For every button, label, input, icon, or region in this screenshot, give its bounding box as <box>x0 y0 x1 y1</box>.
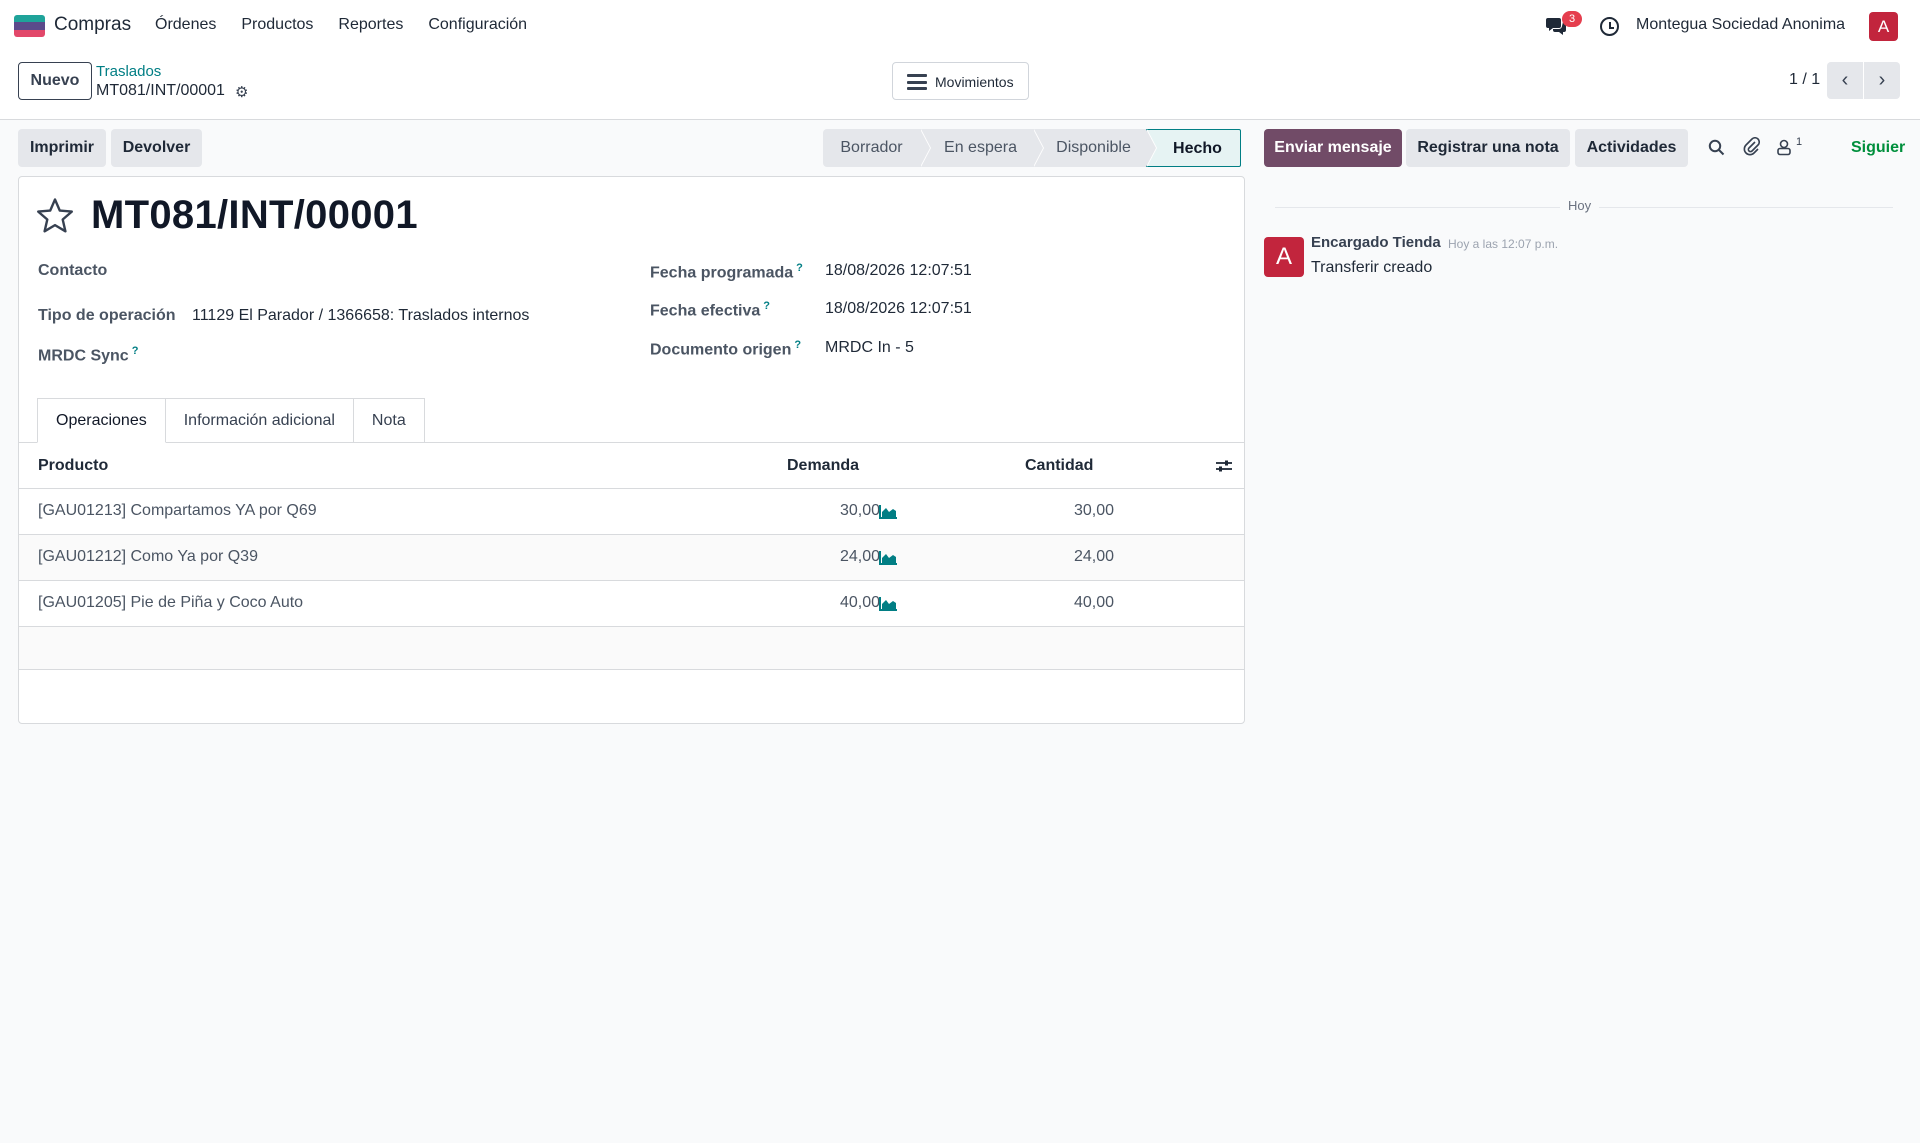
tab-operaciones[interactable]: Operaciones <box>37 398 166 443</box>
tab-nota[interactable]: Nota <box>353 398 425 443</box>
row-demand: 40,00 <box>839 594 880 611</box>
effective-date-label: Fecha efectiva? <box>650 300 770 320</box>
message-author[interactable]: Encargado Tienda <box>1311 234 1441 251</box>
print-button[interactable]: Imprimir <box>18 129 106 167</box>
messages-badge: 3 <box>1562 11 1582 27</box>
follower-count: 1 <box>1796 136 1803 148</box>
company-switcher[interactable]: Montegua Sociedad Anonima <box>1636 16 1845 34</box>
message-body: Transferir creado <box>1311 259 1433 276</box>
status-en-espera[interactable]: En espera <box>920 129 1044 167</box>
status-disponible-label: Disponible <box>1056 139 1131 156</box>
gear-icon[interactable]: ⚙ <box>235 83 248 101</box>
scheduled-date-value[interactable]: 18/08/2026 12:07:51 <box>825 262 972 280</box>
row-product: [GAU01205] Pie de Piña y Coco Auto <box>38 594 304 611</box>
status-disponible[interactable]: Disponible <box>1033 129 1157 167</box>
table-row[interactable]: [GAU01213] Compartamos YA por Q69 30,00 … <box>19 489 1244 535</box>
menu-item-configuracion[interactable]: Configuración <box>428 16 527 34</box>
forecast-chart-icon[interactable] <box>879 505 898 519</box>
source-doc-label-text: Documento origen <box>650 341 792 359</box>
table-row[interactable]: [GAU01212] Como Ya por Q39 24,00 24,00 <box>19 535 1244 581</box>
main-menu: Órdenes Productos Reportes Configuración <box>155 16 552 34</box>
column-demanda[interactable]: Demanda <box>787 457 859 475</box>
follow-button[interactable]: Siguier <box>1851 139 1905 157</box>
message-avatar[interactable]: A <box>1264 237 1304 277</box>
control-panel: Nuevo Traslados MT081/INT/00001 ⚙ Movimi… <box>0 52 1920 120</box>
row-quantity: 30,00 <box>1073 502 1114 519</box>
status-hecho[interactable]: Hecho <box>1146 129 1241 167</box>
effective-date-help[interactable]: ? <box>763 300 770 312</box>
row-demand: 30,00 <box>839 502 880 519</box>
row-product: [GAU01212] Como Ya por Q39 <box>38 548 258 565</box>
empty-table-row <box>19 627 1244 670</box>
breadcrumb-current: MT081/INT/00001 <box>96 82 225 99</box>
mrdc-sync-label: MRDC Sync? <box>38 345 138 365</box>
scheduled-date-help[interactable]: ? <box>796 262 803 274</box>
mrdc-sync-label-text: MRDC Sync <box>38 347 129 365</box>
new-button[interactable]: Nuevo <box>18 62 92 100</box>
log-note-button[interactable]: Registrar una nota <box>1406 129 1570 167</box>
effective-date-label-text: Fecha efectiva <box>650 302 761 320</box>
pager-previous-button[interactable]: ‹ <box>1827 62 1863 99</box>
menu-item-productos[interactable]: Productos <box>241 16 313 34</box>
row-quantity: 24,00 <box>1073 548 1114 565</box>
record-title: MT081/INT/00001 <box>91 193 418 237</box>
scheduled-date-label-text: Fecha programada <box>650 264 794 282</box>
app-logo-icon[interactable] <box>14 15 45 37</box>
source-doc-value[interactable]: MRDC In - 5 <box>825 339 914 357</box>
send-message-button[interactable]: Enviar mensaje <box>1264 129 1402 167</box>
row-quantity: 40,00 <box>1073 594 1114 611</box>
menu-item-ordenes[interactable]: Órdenes <box>155 16 216 34</box>
activity-clock-icon[interactable] <box>1600 17 1619 36</box>
source-doc-label: Documento origen? <box>650 339 801 359</box>
menu-item-reportes[interactable]: Reportes <box>338 16 403 34</box>
status-bar: Borrador En espera Disponible Hecho <box>823 129 1241 167</box>
status-en-espera-label: En espera <box>944 139 1017 156</box>
column-producto[interactable]: Producto <box>38 457 108 475</box>
form-sheet: MT081/INT/00001 Contacto Tipo de operaci… <box>18 176 1245 724</box>
forecast-chart-icon[interactable] <box>879 551 898 565</box>
follower-icon[interactable] <box>1776 139 1792 156</box>
paperclip-icon[interactable] <box>1743 137 1760 156</box>
user-avatar[interactable]: A <box>1869 12 1898 41</box>
scheduled-date-label: Fecha programada? <box>650 262 803 282</box>
row-demand: 24,00 <box>839 548 880 565</box>
pager-next-button[interactable]: › <box>1864 62 1900 99</box>
contact-label: Contacto <box>38 262 108 279</box>
effective-date-value[interactable]: 18/08/2026 12:07:51 <box>825 300 972 318</box>
mrdc-sync-help[interactable]: ? <box>132 345 139 357</box>
status-borrador-label: Borrador <box>840 139 903 156</box>
status-hecho-label: Hecho <box>1173 140 1222 157</box>
movements-button[interactable]: Movimientos <box>892 62 1029 100</box>
search-icon[interactable] <box>1708 139 1725 156</box>
app-name[interactable]: Compras <box>54 14 131 36</box>
notebook-tabs: Operaciones Información adicional Nota <box>37 398 425 443</box>
column-cantidad[interactable]: Cantidad <box>1025 457 1093 475</box>
forecast-chart-icon[interactable] <box>879 597 898 611</box>
top-navbar: Compras Órdenes Productos Reportes Confi… <box>0 0 1920 52</box>
chatter-date: Hoy <box>1560 198 1600 213</box>
star-icon[interactable] <box>35 196 75 236</box>
operation-type-label: Tipo de operación <box>38 307 176 324</box>
return-button[interactable]: Devolver <box>111 129 202 167</box>
message-time: Hoy a las 12:07 p.m. <box>1448 237 1559 251</box>
status-borrador[interactable]: Borrador <box>823 129 931 167</box>
tab-informacion-adicional[interactable]: Información adicional <box>165 398 354 443</box>
operation-type-value[interactable]: 11129 El Parador / 1366658: Traslados in… <box>192 307 529 325</box>
pager-value[interactable]: 1 / 1 <box>1789 71 1820 89</box>
optional-columns-icon[interactable] <box>1215 459 1233 473</box>
movements-label: Movimientos <box>935 74 1014 90</box>
activities-button[interactable]: Actividades <box>1575 129 1688 167</box>
table-row[interactable]: [GAU01205] Pie de Piña y Coco Auto 40,00… <box>19 581 1244 627</box>
row-product: [GAU01213] Compartamos YA por Q69 <box>38 502 317 519</box>
table-header: Producto Demanda Cantidad <box>19 443 1244 489</box>
source-doc-help[interactable]: ? <box>794 339 801 351</box>
breadcrumb-traslados[interactable]: Traslados <box>96 63 161 80</box>
list-icon <box>907 74 927 90</box>
